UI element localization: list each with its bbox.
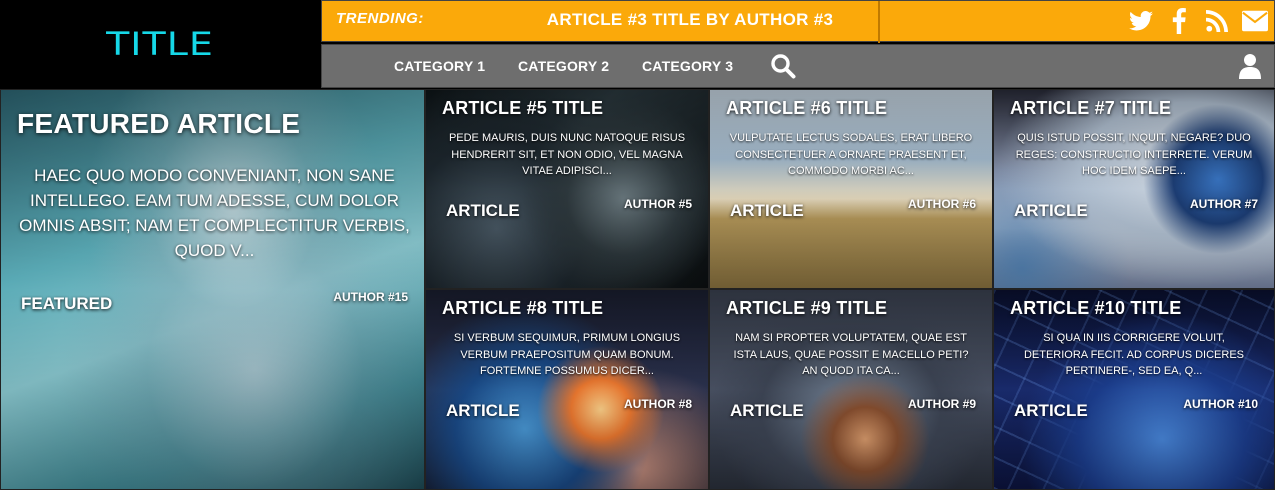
nav-category-2[interactable]: CATEGORY 2 [518,58,609,74]
article-title[interactable]: ARTICLE #5 TITLE [442,98,603,119]
article-excerpt: SI VERBUM SEQUIMUR, PRIMUM LONGIUS VERBU… [453,332,681,377]
image-overlay [426,90,708,288]
article-title[interactable]: ARTICLE #9 TITLE [726,298,887,319]
article-category-tag[interactable]: ARTICLE [446,201,520,221]
featured-article-card[interactable]: FEATURED ARTICLE HAEC QUO MODO CONVENIAN… [0,89,425,490]
image-overlay [710,90,992,288]
featured-excerpt: HAEC QUO MODO CONVENIANT, NON SANE INTEL… [19,166,410,260]
email-icon[interactable] [1242,7,1268,35]
article-category-tag[interactable]: ARTICLE [1014,401,1088,421]
trending-label: TRENDING: [336,10,424,27]
article-category-tag[interactable]: ARTICLE [730,401,804,421]
logo-area: TITLE [0,0,320,88]
site-logo[interactable]: TITLE [106,25,214,62]
trending-divider [878,1,880,43]
main-nav: CATEGORY 1 CATEGORY 2 CATEGORY 3 [321,44,1275,88]
article-card[interactable]: ARTICLE #8 TITLE SI VERBUM SEQUIMUR, PRI… [425,289,709,490]
article-excerpt: QUIS ISTUD POSSIT, INQUIT, NEGARE? DUO R… [1015,132,1253,177]
article-card[interactable]: ARTICLE #5 TITLE PEDE MAURIS, DUIS NUNC … [425,89,709,289]
article-excerpt: VULPUTATE LECTUS SODALES, ERAT LIBERO CO… [729,132,973,177]
trending-article-link[interactable]: ARTICLE #3 TITLE BY AUTHOR #3 [502,10,878,30]
article-title[interactable]: ARTICLE #7 TITLE [1010,98,1171,119]
image-overlay [994,90,1274,288]
article-author[interactable]: AUTHOR #8 [624,397,692,411]
social-links [1128,7,1268,35]
user-account-icon[interactable] [1238,53,1262,84]
search-icon[interactable] [770,53,796,84]
article-excerpt: PEDE MAURIS, DUIS NUNC NATOQUE RISUS HEN… [448,132,686,177]
article-author[interactable]: AUTHOR #6 [908,197,976,211]
image-overlay [994,290,1274,489]
twitter-icon[interactable] [1128,7,1154,35]
article-category-tag[interactable]: ARTICLE [730,201,804,221]
featured-title[interactable]: FEATURED ARTICLE [17,108,300,140]
article-card[interactable]: ARTICLE #10 TITLE SI QUA IN IIS CORRIGER… [993,289,1275,490]
article-category-tag[interactable]: ARTICLE [1014,201,1088,221]
image-overlay [710,290,992,489]
rss-icon[interactable] [1204,7,1230,35]
article-excerpt: SI QUA IN IIS CORRIGERE VOLUIT, DETERIOR… [1023,332,1245,377]
trending-bar: TRENDING: ARTICLE #3 TITLE BY AUTHOR #3 [321,0,1275,43]
facebook-icon[interactable] [1166,7,1192,35]
nav-category-3[interactable]: CATEGORY 3 [642,58,733,74]
article-title[interactable]: ARTICLE #8 TITLE [442,298,603,319]
image-overlay [426,290,708,489]
article-card[interactable]: ARTICLE #9 TITLE NAM SI PROPTER VOLUPTAT… [709,289,993,490]
featured-author[interactable]: AUTHOR #15 [333,290,408,304]
article-author[interactable]: AUTHOR #10 [1183,397,1258,411]
nav-category-1[interactable]: CATEGORY 1 [394,58,485,74]
article-title[interactable]: ARTICLE #6 TITLE [726,98,887,119]
article-author[interactable]: AUTHOR #9 [908,397,976,411]
article-author[interactable]: AUTHOR #5 [624,197,692,211]
article-excerpt: NAM SI PROPTER VOLUPTATEM, QUAE EST ISTA… [733,332,969,377]
article-card[interactable]: ARTICLE #7 TITLE QUIS ISTUD POSSIT, INQU… [993,89,1275,289]
article-category-tag[interactable]: ARTICLE [446,401,520,421]
article-title[interactable]: ARTICLE #10 TITLE [1010,298,1181,319]
article-author[interactable]: AUTHOR #7 [1190,197,1258,211]
article-card[interactable]: ARTICLE #6 TITLE VULPUTATE LECTUS SODALE… [709,89,993,289]
featured-category-tag[interactable]: FEATURED [21,294,112,314]
